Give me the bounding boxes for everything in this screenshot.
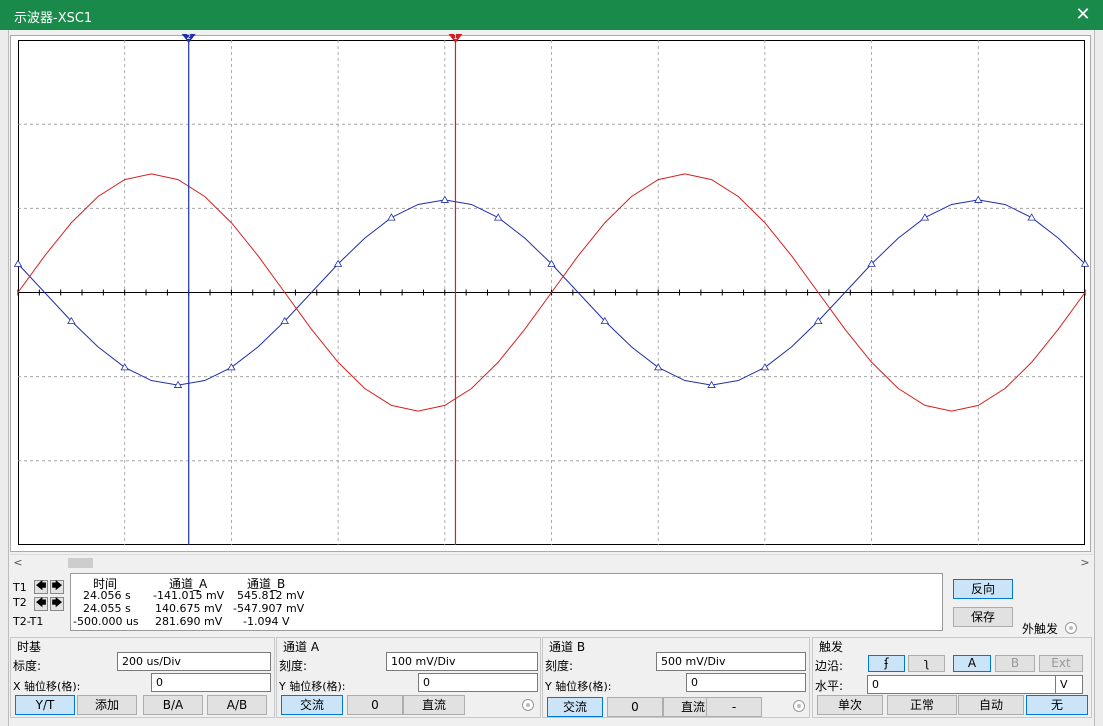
reverse-button[interactable]: 反向 — [953, 579, 1013, 599]
x-position-input[interactable]: 0 — [151, 673, 271, 692]
channel-b-y-position-input[interactable]: 0 — [686, 673, 806, 692]
save-button[interactable]: 保存 — [953, 607, 1013, 627]
delta-channel-a: 281.690 mV — [155, 615, 223, 628]
close-icon[interactable]: ✕ — [1063, 0, 1103, 30]
single-mode-button[interactable]: 单次 — [817, 695, 883, 715]
ext-trigger-radio[interactable] — [1065, 622, 1077, 634]
ext-trigger-label: 外触发 — [1022, 622, 1059, 636]
cursor-2-label: 2 — [186, 33, 190, 41]
measurement-readout: 时间 通道_A 通道_B 24.056 s -141.015 mV 545.81… — [70, 573, 943, 631]
t1-left-arrow-icon[interactable]: 🡄 — [34, 580, 48, 594]
channel-a-zero-button[interactable]: 0 — [347, 695, 403, 715]
add-button[interactable]: 添加 — [77, 695, 137, 715]
channel-a-y-position-input[interactable]: 0 — [418, 673, 538, 692]
channel-a-scale-input[interactable]: 100 mV/Div — [386, 652, 538, 671]
channel-a-group: 通道 A 刻度: 100 mV/Div Y 轴位移(格): 0 交流 0 直流 — [276, 637, 541, 718]
window-title: 示波器-XSC1 — [14, 11, 93, 26]
t2-channel-b: -547.907 mV — [233, 602, 305, 615]
t2-time: 24.055 s — [83, 602, 131, 615]
title-bar[interactable]: 示波器-XSC1 ✕ — [0, 0, 1103, 30]
t1-channel-a: -141.015 mV — [153, 589, 225, 602]
cursor-1-label: 1 — [453, 33, 457, 41]
ab-button[interactable]: A/B — [207, 695, 267, 715]
timebase-scale-label: 标度: — [13, 659, 42, 673]
timebase-scale-input[interactable]: 200 us/Div — [117, 652, 271, 671]
timebase-group: 时基 标度: 200 us/Div X 轴位移(格): 0 Y/T 添加 B/A… — [10, 637, 275, 718]
trigger-level-input[interactable]: 0 — [867, 675, 1057, 694]
trigger-level-unit[interactable]: V — [1055, 675, 1083, 694]
t1-channel-b: 545.812 mV — [237, 589, 305, 602]
trigger-edge-label: 边沿: — [815, 659, 844, 673]
channel-b-scale-label: 刻度: — [545, 659, 574, 673]
channel-b-title: 通道 B — [549, 640, 586, 654]
t2t1-label: T2-T1 — [13, 615, 44, 628]
timebase-title: 时基 — [17, 640, 42, 654]
t1-label: T1 — [13, 581, 27, 594]
scroll-thumb[interactable] — [68, 558, 93, 568]
channel-b-scale-input[interactable]: 500 mV/Div — [656, 652, 806, 671]
rising-edge-icon[interactable]: ʄ — [868, 655, 905, 672]
horizontal-scrollbar[interactable]: < > — [10, 554, 1093, 570]
channel-b-minus-button[interactable]: - — [706, 697, 762, 717]
channel-a-radio[interactable] — [522, 699, 534, 711]
yt-button[interactable]: Y/T — [15, 695, 75, 715]
delta-channel-b: -1.094 V — [243, 615, 290, 628]
channel-a-title: 通道 A — [283, 640, 320, 654]
channel-b-radio[interactable] — [793, 700, 805, 712]
delta-time: -500.000 us — [73, 615, 139, 628]
ba-button[interactable]: B/A — [143, 695, 203, 715]
channel-a-scale-label: 刻度: — [279, 659, 308, 673]
channel-a-dc-button[interactable]: 直流 — [403, 695, 465, 715]
channel-a-ac-button[interactable]: 交流 — [281, 695, 343, 715]
t2-channel-a: 140.675 mV — [155, 602, 223, 615]
t2-left-arrow-icon[interactable]: 🡄 — [34, 597, 48, 611]
none-mode-button[interactable]: 无 — [1026, 695, 1088, 715]
channel-a-y-position-label: Y 轴位移(格): — [279, 680, 346, 693]
trigger-title: 触发 — [819, 640, 844, 654]
channel-b-ac-button[interactable]: 交流 — [547, 697, 603, 717]
trigger-group: 触发 边沿: ʄ ʅ A B Ext 水平: 0 V 单次 正常 自动 无 — [812, 637, 1092, 718]
x-position-label: X 轴位移(格): — [13, 680, 81, 693]
trigger-level-label: 水平: — [815, 679, 844, 693]
t1-right-arrow-icon[interactable]: 🡆 — [50, 580, 64, 594]
channel-b-y-position-label: Y 轴位移(格): — [545, 680, 612, 693]
channel-b-group: 通道 B 刻度: 500 mV/Div Y 轴位移(格): 0 交流 0 直流 … — [542, 637, 810, 718]
trigger-source-b-button[interactable]: B — [995, 655, 1035, 672]
normal-mode-button[interactable]: 正常 — [887, 695, 957, 715]
falling-edge-icon[interactable]: ʅ — [908, 655, 945, 672]
cursor-control-panel: T1 🡄 🡆 T2 🡄 🡆 T2-T1 — [10, 573, 70, 630]
t2-right-arrow-icon[interactable]: 🡆 — [50, 597, 64, 611]
t1-time: 24.056 s — [83, 589, 131, 602]
trigger-source-a-button[interactable]: A — [953, 655, 991, 672]
scroll-right-icon[interactable]: > — [1077, 555, 1093, 571]
auto-mode-button[interactable]: 自动 — [958, 695, 1024, 715]
scroll-left-icon[interactable]: < — [10, 555, 26, 571]
scope-display[interactable]: 12 — [13, 33, 1090, 545]
channel-b-zero-button[interactable]: 0 — [607, 697, 663, 717]
trigger-source-ext-button[interactable]: Ext — [1039, 655, 1083, 672]
t2-label: T2 — [13, 596, 27, 609]
